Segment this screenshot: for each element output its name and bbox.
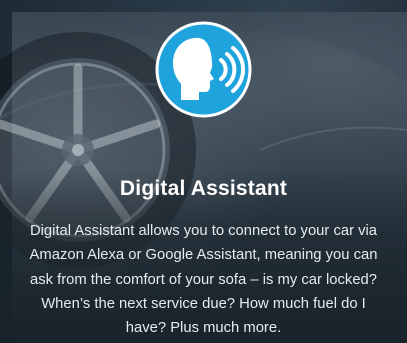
feature-title: Digital Assistant [119,177,288,200]
digital-assistant-card: Digital Assistant Digital Assistant allo… [0,0,407,343]
voice-assistant-icon [155,21,252,118]
feature-description: Digital Assistant allows you to connect … [29,223,378,337]
